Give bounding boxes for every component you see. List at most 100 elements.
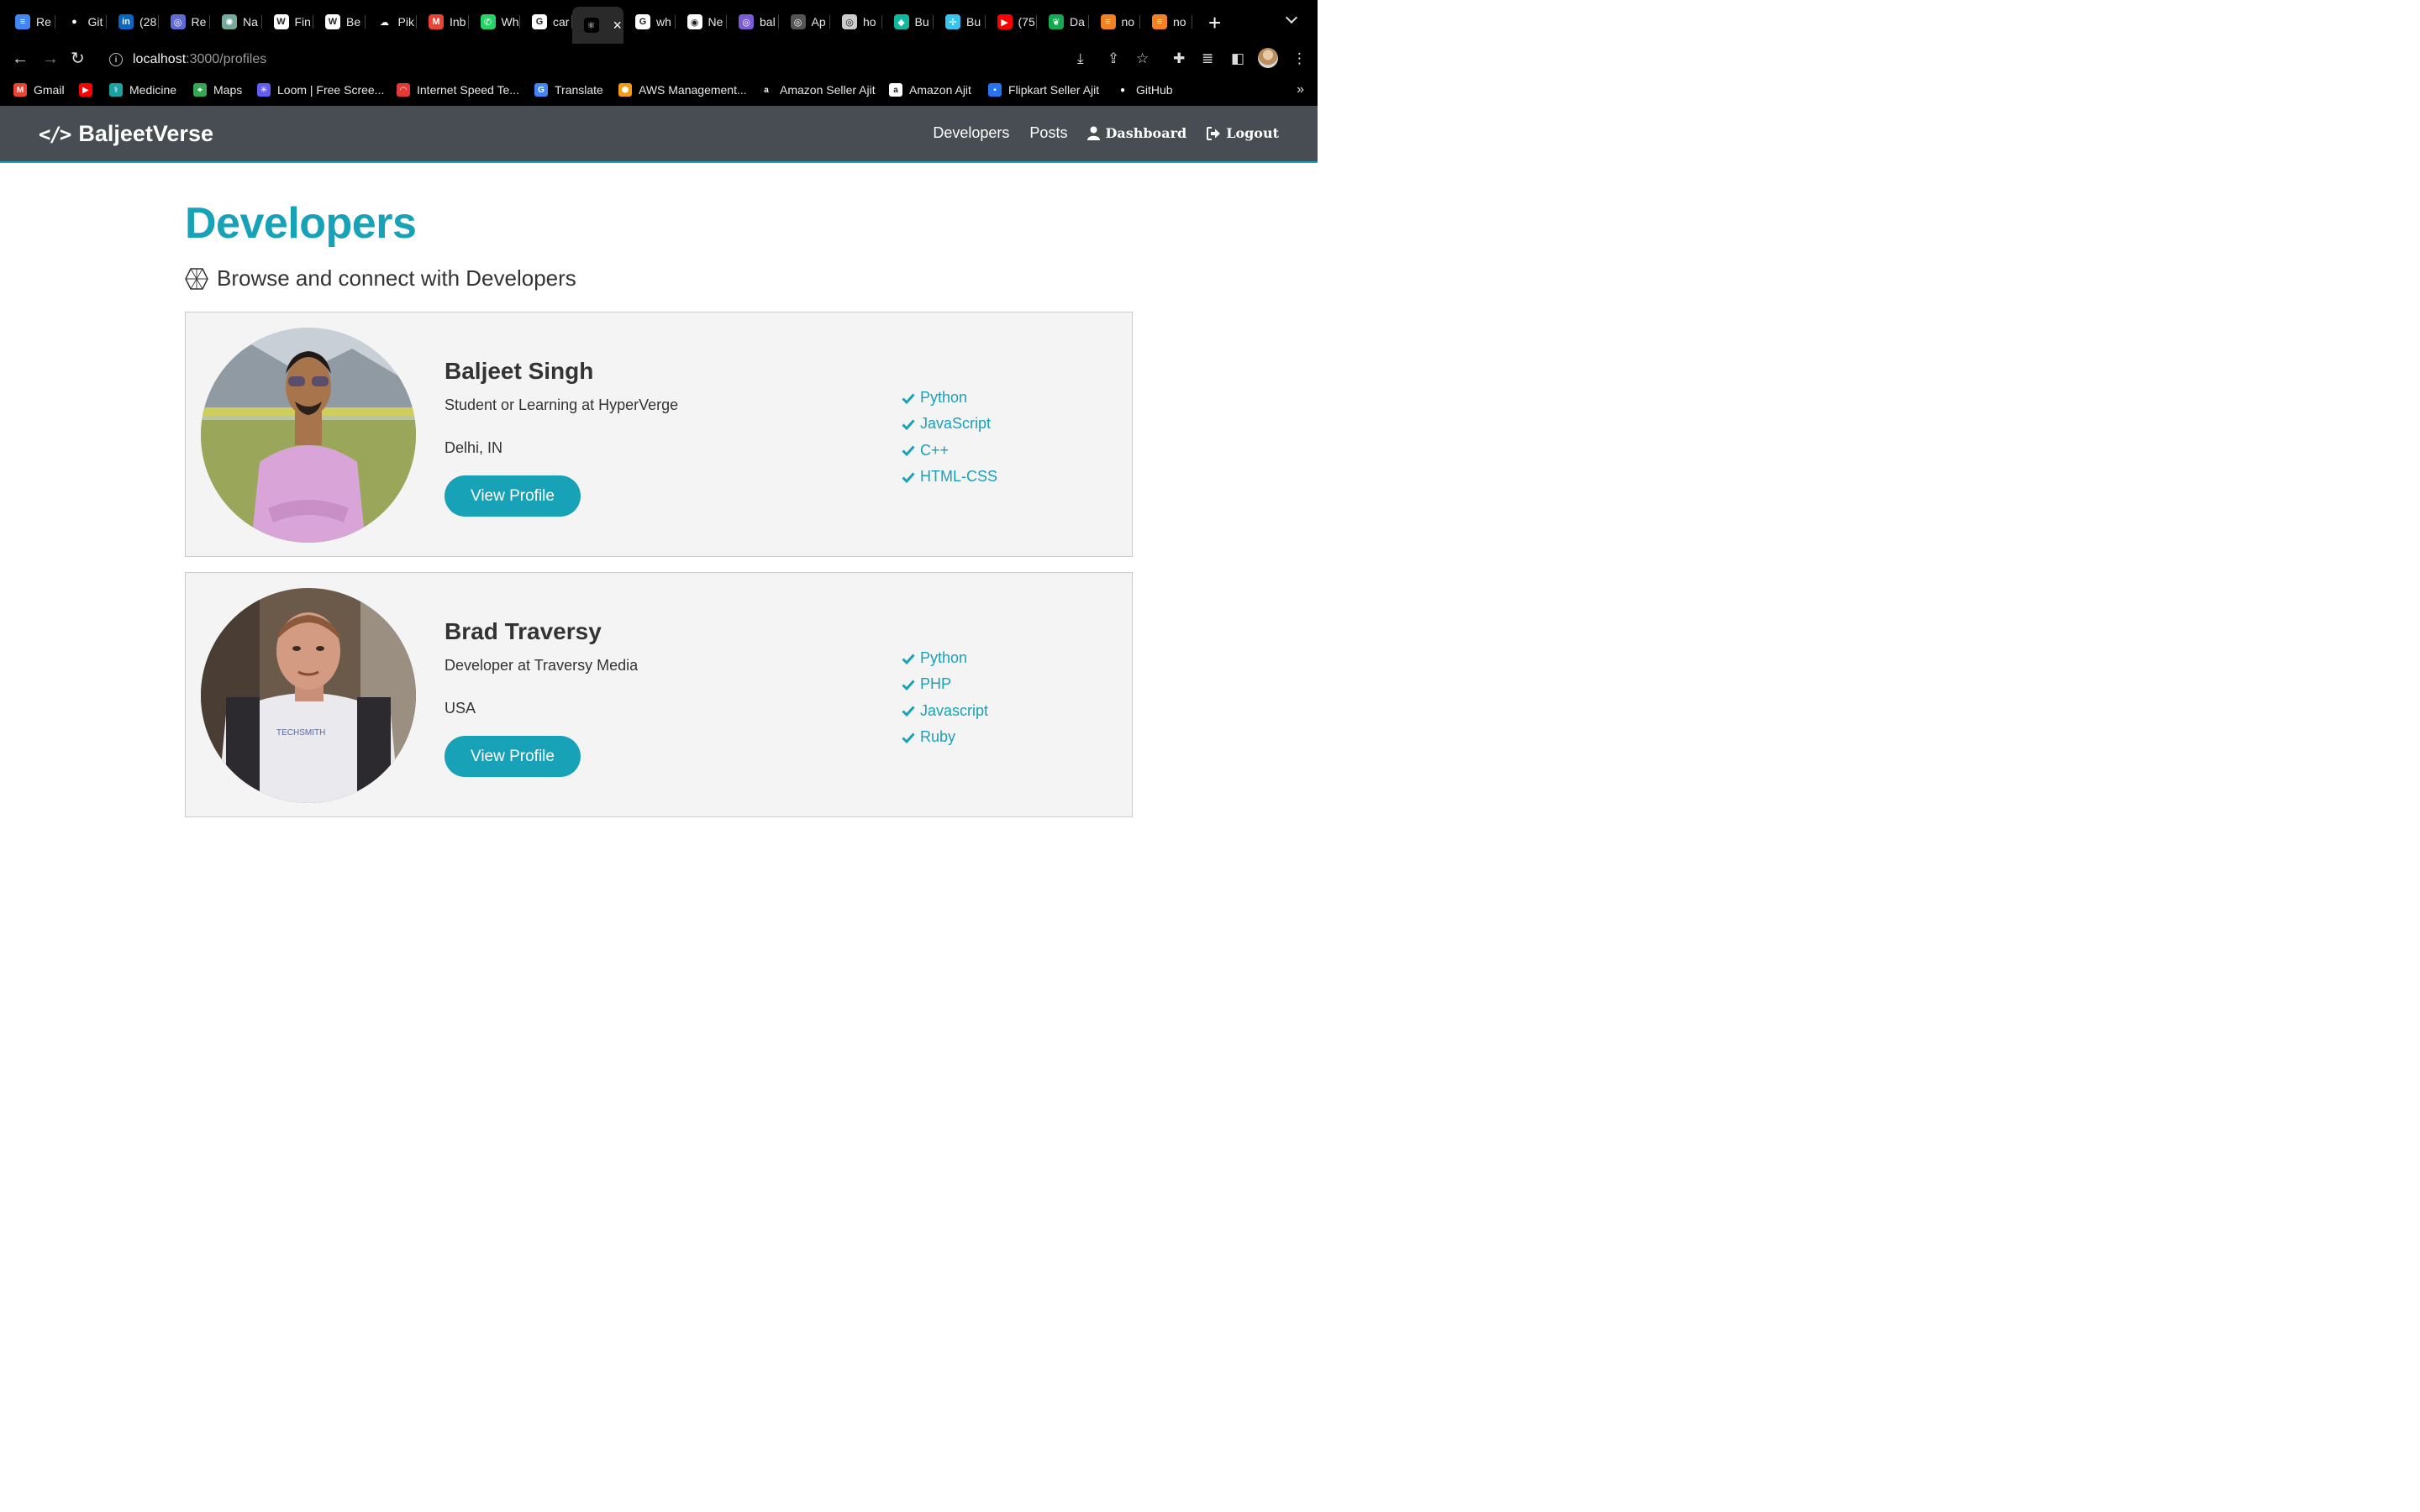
bookmark-item[interactable]: ▶ xyxy=(79,83,92,97)
bookmark-item[interactable]: G Translate xyxy=(534,83,603,97)
nav-posts-link[interactable]: Posts xyxy=(1029,124,1067,142)
nav-logout-link[interactable]: Logout xyxy=(1207,125,1279,141)
skills-list: Python JavaScript C++ HTML-CSS xyxy=(902,385,997,490)
back-arrow-icon[interactable]: ← xyxy=(12,49,29,69)
w-icon: W xyxy=(325,14,340,29)
browser-tab[interactable]: ≡ no xyxy=(1140,7,1192,37)
flipkart-icon: ▪ xyxy=(988,83,1002,97)
nav-dashboard-link[interactable]: Dashboard xyxy=(1087,125,1186,141)
side-panel-icon[interactable]: ◧ xyxy=(1231,50,1244,67)
bookmark-star-icon[interactable]: ☆ xyxy=(1136,50,1149,67)
bookmark-item[interactable]: ◠ Internet Speed Te... xyxy=(397,83,519,97)
nav-dashboard-label: Dashboard xyxy=(1105,125,1187,141)
view-profile-button[interactable]: View Profile xyxy=(445,475,581,517)
translate-icon: G xyxy=(534,83,548,97)
speedtest-icon: ◠ xyxy=(397,83,410,97)
media-controls-icon[interactable]: ≣ xyxy=(1202,50,1213,67)
bookmark-item[interactable]: ⚕ Medicine xyxy=(109,83,176,97)
browser-tab[interactable]: ◎ Ap xyxy=(779,7,830,37)
bookmark-item[interactable]: ✳ Loom | Free Scree... xyxy=(257,83,384,97)
skill-item: Ruby xyxy=(902,724,988,750)
tab-title: Be xyxy=(346,15,361,29)
browser-tab[interactable]: Gwh xyxy=(623,7,676,37)
skill-label: Python xyxy=(920,649,968,667)
bookmark-item[interactable]: a Amazon Seller Ajit xyxy=(760,83,876,97)
profile-status: Developer at Traversy Media xyxy=(445,657,639,674)
address-bar[interactable]: i localhost:3000/profiles xyxy=(104,46,1062,73)
browser-tab[interactable]: ✺ Na xyxy=(210,7,262,37)
bookmark-item[interactable]: ⌖ Maps xyxy=(193,83,242,97)
tab-title: Git xyxy=(87,15,103,29)
linkedin-icon: in xyxy=(118,14,134,29)
kebab-menu-icon[interactable]: ⋮ xyxy=(1292,50,1307,67)
new-tab-button[interactable]: + xyxy=(1208,10,1221,36)
tab-title: Bu xyxy=(914,15,929,29)
skill-item: Javascript xyxy=(902,698,988,724)
cloud-icon: ☁ xyxy=(376,14,392,29)
profile-avatar-icon[interactable] xyxy=(1258,48,1278,68)
bookmark-label: Gmail xyxy=(34,83,65,97)
browser-tab[interactable]: ✆ Wh xyxy=(469,7,520,37)
browser-tab[interactable]: ◎ ho xyxy=(830,7,882,37)
browser-tab-active[interactable]: ⚛ × xyxy=(571,7,623,44)
bookmark-item[interactable]: M Gmail xyxy=(13,83,65,97)
browser-tab[interactable]: ❦ Da xyxy=(1037,7,1089,37)
extensions-puzzle-icon[interactable]: ✚ xyxy=(1173,50,1185,67)
skill-label: PHP xyxy=(920,675,952,693)
check-icon xyxy=(902,732,915,743)
browser-tab[interactable]: ✢ Bu xyxy=(934,7,986,37)
skills-list: Python PHP Javascript Ruby xyxy=(902,645,988,750)
browser-tab[interactable]: in (28 xyxy=(107,7,159,37)
tab-title: car xyxy=(553,15,570,29)
check-icon xyxy=(902,654,915,664)
profiles-page: Developers Browse and connect with Devel… xyxy=(185,163,1133,817)
skill-label: Ruby xyxy=(920,728,956,746)
reload-icon[interactable]: ↻ xyxy=(71,49,85,69)
svg-text:TECHSMITH: TECHSMITH xyxy=(276,728,325,738)
browser-tab[interactable]: Gcar xyxy=(520,7,572,37)
code-icon: </> xyxy=(39,122,71,146)
forward-arrow-icon[interactable]: → xyxy=(42,49,59,69)
tab-title: Da xyxy=(1070,15,1085,29)
browser-tab[interactable]: ≡ no xyxy=(1089,7,1140,37)
browser-tab[interactable]: ◆ Bu xyxy=(882,7,934,37)
browser-tab[interactable]: ● Git xyxy=(55,7,107,37)
browser-tab[interactable]: W Be xyxy=(313,7,366,37)
site-info-icon[interactable]: i xyxy=(109,53,123,66)
bookmark-label: Translate xyxy=(555,83,603,97)
page-title: Developers xyxy=(185,199,417,248)
browser-tab[interactable]: ◉ Ne xyxy=(676,7,727,37)
browser-tab[interactable]: ☁ Pik xyxy=(366,7,417,37)
nav-developers-link[interactable]: Developers xyxy=(933,124,1009,142)
browser-tab[interactable]: ≡ Re xyxy=(3,7,55,37)
browser-tab[interactable]: ◎ Re xyxy=(159,7,210,37)
view-profile-button[interactable]: View Profile xyxy=(445,736,581,777)
install-app-icon[interactable]: ⤓ xyxy=(1077,50,1084,67)
browser-toolbar: ← → ↻ i localhost:3000/profiles ⤓ ⇪ ☆ ✚ … xyxy=(0,44,1318,76)
nav-links: Developers Posts Dashboard Logout xyxy=(933,124,1279,142)
share-icon[interactable]: ⇪ xyxy=(1107,50,1119,67)
tab-title: Re xyxy=(191,15,207,29)
brand-link[interactable]: </> BaljeetVerse xyxy=(39,121,213,147)
bookmark-item[interactable]: ▪ Flipkart Seller Ajit xyxy=(988,83,1099,97)
gmail-icon: M xyxy=(429,14,444,29)
close-tab-icon[interactable]: × xyxy=(613,17,623,34)
profile-card: TECHSMITH Brad Traversy Developer at Tra… xyxy=(185,572,1133,817)
bookmarks-overflow-icon[interactable]: » xyxy=(1297,82,1304,97)
skill-label: HTML-CSS xyxy=(920,468,998,486)
url-text[interactable]: localhost:3000/profiles xyxy=(133,52,266,67)
browser-tab[interactable]: W Fin xyxy=(262,7,313,37)
whatsapp-icon: ✆ xyxy=(480,14,496,29)
bookmark-item[interactable]: ● GitHub xyxy=(1116,83,1173,97)
bookmark-label: Maps xyxy=(213,83,243,97)
openai-icon: ✺ xyxy=(222,14,237,29)
bookmark-item[interactable]: a Amazon Ajit xyxy=(889,83,971,97)
tab-search-chevron-icon[interactable] xyxy=(1285,11,1298,24)
bookmark-item[interactable]: ⬢ AWS Management... xyxy=(618,83,747,97)
browser-tab[interactable]: ▶ (75 xyxy=(986,7,1037,37)
tab-title: Wh xyxy=(501,15,519,29)
globe-icon: ◎ xyxy=(842,14,857,29)
browser-tab[interactable]: M Inb xyxy=(417,7,469,37)
browser-tab[interactable]: ◎ bal xyxy=(727,7,779,37)
aws-icon: ⬢ xyxy=(618,83,632,97)
